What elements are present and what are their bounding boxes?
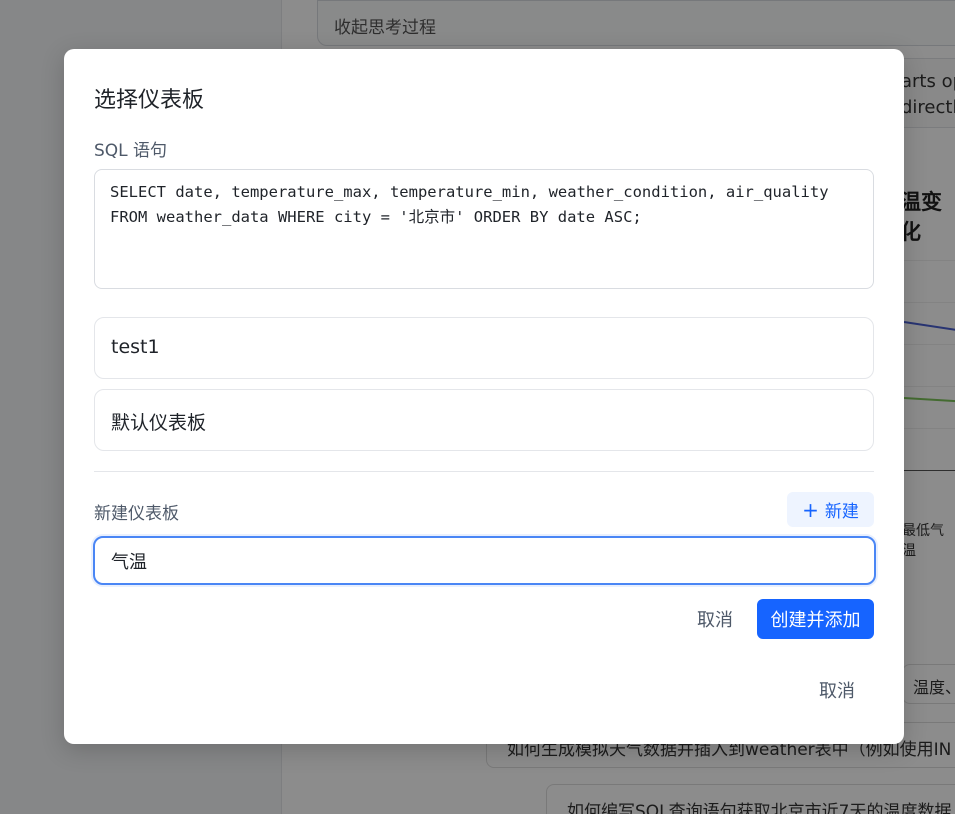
new-dashboard-label: 新建仪表板 <box>94 504 179 524</box>
dashboard-option[interactable]: 默认仪表板 <box>94 389 874 451</box>
modal-title: 选择仪表板 <box>94 88 205 113</box>
new-dashboard-button[interactable]: + 新建 <box>787 492 874 527</box>
plus-icon: + <box>802 497 819 522</box>
sql-label: SQL 语句 <box>94 141 168 161</box>
new-dashboard-button-label: 新建 <box>824 502 859 522</box>
select-dashboard-modal: 选择仪表板 SQL 语句 SELECT date, temperature_ma… <box>64 49 904 744</box>
cancel-modal-button[interactable]: 取消 <box>806 671 868 709</box>
create-and-add-button[interactable]: 创建并添加 <box>757 599 874 639</box>
cancel-create-button[interactable]: 取消 <box>684 600 746 638</box>
sql-statement-box: SELECT date, temperature_max, temperatur… <box>94 169 874 289</box>
dashboard-option[interactable]: test1 <box>94 317 874 379</box>
new-dashboard-name-input[interactable] <box>93 536 876 585</box>
divider <box>94 471 874 472</box>
